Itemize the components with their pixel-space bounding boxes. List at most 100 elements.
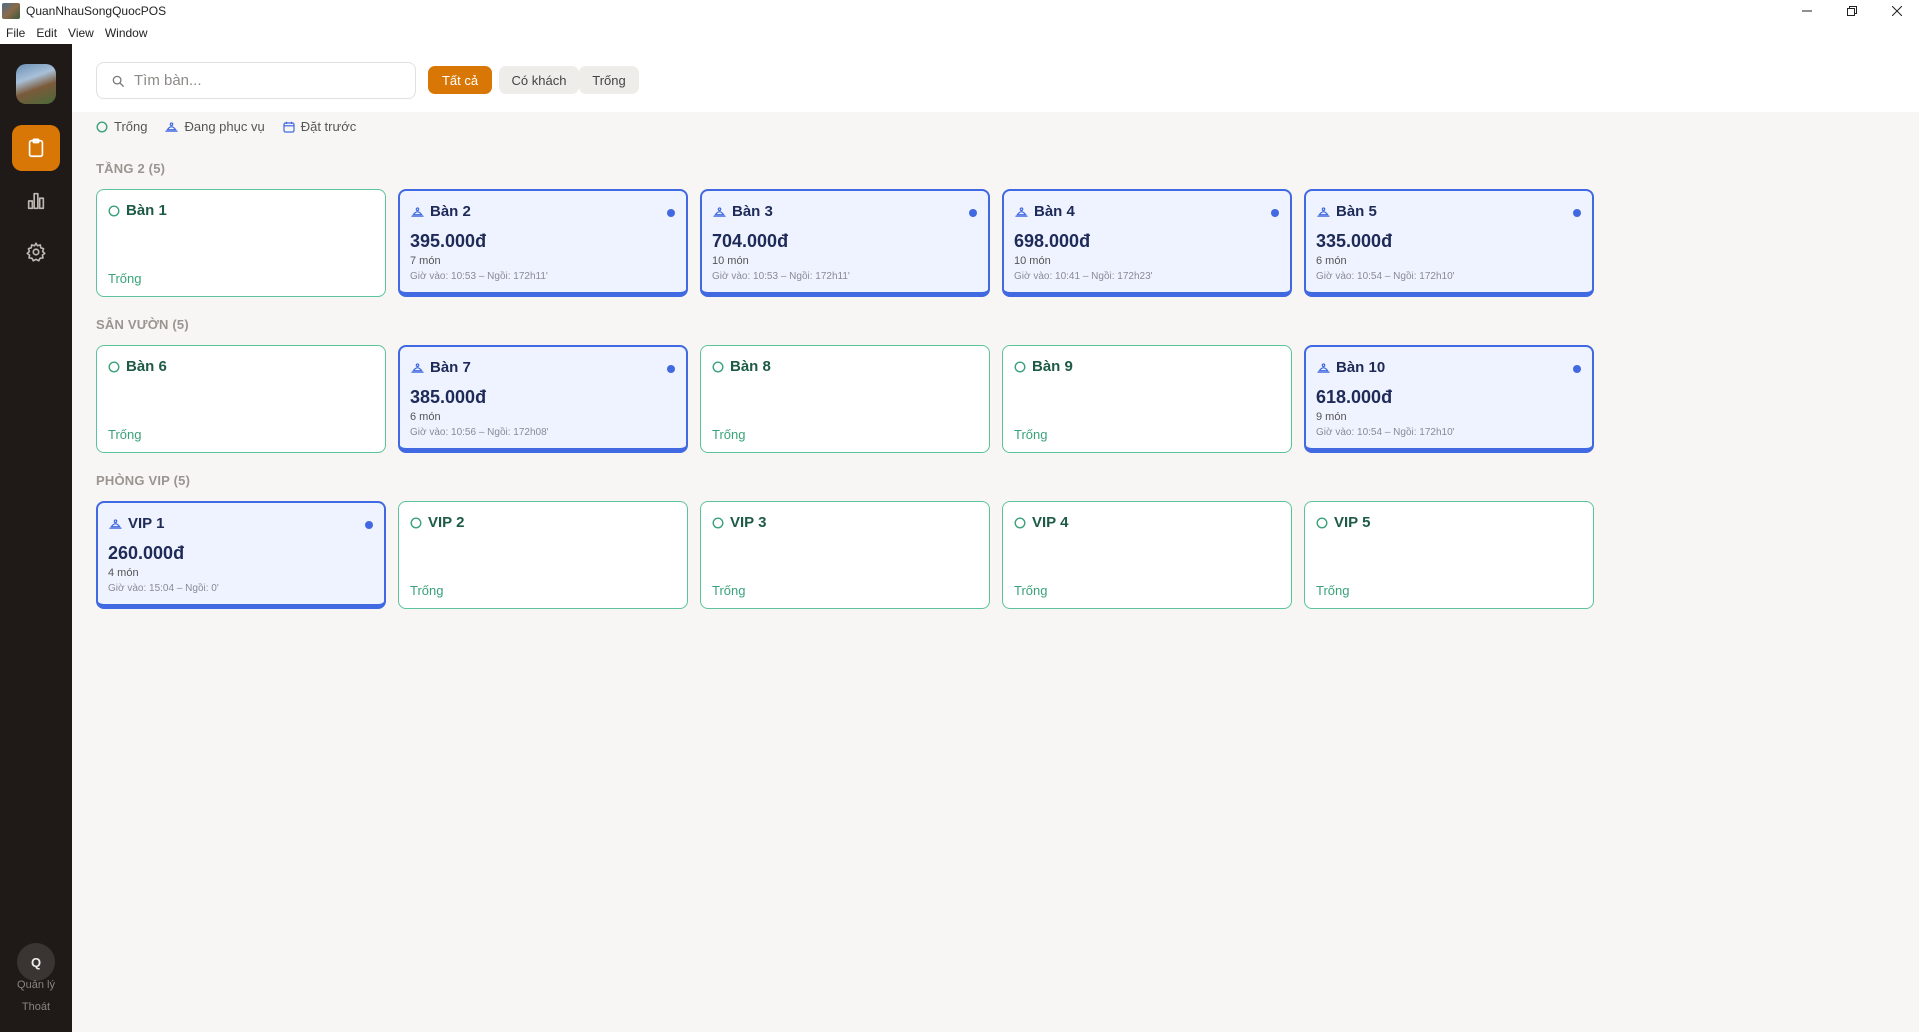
status-dot (969, 209, 977, 217)
restore-icon (1846, 6, 1857, 16)
table-card-header: VIP 5 (1316, 514, 1370, 531)
table-card-header: VIP 3 (712, 514, 766, 531)
table-status: Trống (1014, 427, 1048, 442)
circle-icon (410, 516, 422, 529)
circle-icon (1014, 360, 1026, 373)
circle-icon (108, 360, 120, 373)
top-bar: Tất cả Có khách Trống (72, 44, 1919, 112)
close-button[interactable] (1874, 0, 1919, 22)
table-name: VIP 2 (428, 514, 465, 531)
table-card-header: Bàn 1 (108, 202, 167, 219)
table-card[interactable]: Bàn 8 Trống (700, 345, 990, 453)
status-dot (1271, 209, 1279, 217)
circle-icon (108, 204, 120, 217)
table-name: Bàn 10 (1336, 359, 1386, 376)
status-dot (1573, 365, 1581, 373)
title-bar: QuanNhauSongQuocPOS (0, 0, 1919, 22)
table-card[interactable]: Bàn 2 395.000đ 7 món Giờ vào: 10:53 – Ngồi:… (398, 189, 688, 297)
table-card[interactable]: VIP 3 Trống (700, 501, 990, 609)
menu-file[interactable]: File (6, 26, 25, 40)
clipboard-icon (28, 138, 44, 158)
table-name: Bàn 4 (1034, 203, 1075, 220)
section-title: SÂN VƯỜN (5) (96, 317, 189, 332)
minimize-button[interactable] (1784, 0, 1829, 22)
table-card-header: Bàn 8 (712, 358, 771, 375)
table-card[interactable]: Bàn 3 704.000đ 10 món Giờ vào: 10:53 – Ngồi… (700, 189, 990, 297)
section-title: PHÒNG VIP (5) (96, 473, 191, 488)
menu-edit[interactable]: Edit (36, 26, 57, 40)
table-card-header: Bàn 3 (713, 203, 773, 220)
table-name: Bàn 2 (430, 203, 471, 220)
table-card[interactable]: Bàn 10 618.000đ 9 món Giờ vào: 10:54 – Ngồi… (1304, 345, 1594, 453)
table-card-header: Bàn 5 (1317, 203, 1377, 220)
legend-serving-label: Đang phục vụ (184, 119, 265, 134)
table-card-header: Bàn 7 (411, 359, 471, 376)
table-status: Trống (108, 427, 142, 442)
table-name: Bàn 8 (730, 358, 771, 375)
table-card[interactable]: VIP 5 Trống (1304, 501, 1594, 609)
waiter-icon (1015, 206, 1028, 217)
table-card[interactable]: VIP 4 Trống (1002, 501, 1292, 609)
table-name: VIP 4 (1032, 514, 1069, 531)
table-time: Giờ vào: 10:56 – Ngồi: 172h08' (410, 427, 549, 438)
table-time: Giờ vào: 10:53 – Ngồi: 172h11' (410, 271, 548, 282)
circle-icon (712, 360, 724, 373)
table-card[interactable]: VIP 1 260.000đ 4 món Giờ vào: 15:04 – Ngồi:… (96, 501, 386, 609)
table-name: Bàn 5 (1336, 203, 1377, 220)
nav-settings-button[interactable] (12, 229, 60, 275)
user-avatar[interactable]: Q (17, 943, 55, 981)
table-status: Trống (712, 583, 746, 598)
circle-icon (712, 516, 724, 529)
table-card-header: VIP 1 (109, 515, 164, 532)
table-time: Giờ vào: 15:04 – Ngồi: 0' (108, 583, 219, 594)
legend-empty: Trống (96, 119, 147, 134)
nav-tables-button[interactable] (12, 125, 60, 171)
waiter-icon (1317, 362, 1330, 373)
table-name: VIP 3 (730, 514, 767, 531)
legend-reserved-label: Đặt trước (300, 119, 357, 134)
table-card-header: Bàn 4 (1015, 203, 1075, 220)
restaurant-logo (16, 64, 56, 104)
table-card[interactable]: VIP 2 Trống (398, 501, 688, 609)
app-icon (2, 3, 20, 19)
close-icon (1891, 6, 1902, 16)
search-input[interactable] (134, 72, 394, 89)
nav-reports-button[interactable] (12, 178, 60, 224)
restore-button[interactable] (1829, 0, 1874, 22)
menu-view[interactable]: View (68, 26, 94, 40)
table-card[interactable]: Bàn 6 Trống (96, 345, 386, 453)
filter-occupied-button[interactable]: Có khách (499, 66, 579, 94)
table-card[interactable]: Bàn 5 335.000đ 6 món Giờ vào: 10:54 – Ngồi:… (1304, 189, 1594, 297)
waiter-icon (411, 362, 424, 373)
circle-icon (96, 120, 108, 133)
table-name: Bàn 9 (1032, 358, 1073, 375)
table-card[interactable]: Bàn 1 Trống (96, 189, 386, 297)
search-box (96, 62, 416, 99)
table-item-count: 10 món (1014, 255, 1051, 267)
minimize-icon (1801, 10, 1812, 12)
waiter-icon (411, 206, 424, 217)
table-card[interactable]: Bàn 4 698.000đ 10 món Giờ vào: 10:41 – Ngồi… (1002, 189, 1292, 297)
menu-bar: File Edit View Window (0, 22, 1919, 44)
filter-empty-button[interactable]: Trống (579, 66, 639, 94)
table-card-header: Bàn 9 (1014, 358, 1073, 375)
table-status: Trống (1316, 583, 1350, 598)
table-card[interactable]: Bàn 7 385.000đ 6 món Giờ vào: 10:56 – Ngồi:… (398, 345, 688, 453)
logout-link[interactable]: Thoát (0, 1001, 72, 1013)
filter-all-button[interactable]: Tất cả (428, 66, 492, 94)
table-card-header: VIP 2 (410, 514, 464, 531)
table-amount: 618.000đ (1316, 387, 1393, 407)
menu-window[interactable]: Window (105, 26, 148, 40)
status-legend: Trống Đang phục vụ Đặt trước (96, 119, 374, 134)
legend-serving: Đang phục vụ (165, 119, 265, 134)
table-status: Trống (108, 271, 142, 286)
search-icon (112, 75, 124, 87)
table-item-count: 6 món (1316, 255, 1347, 267)
gear-icon (26, 242, 46, 262)
circle-icon (1316, 516, 1328, 529)
waiter-icon (165, 121, 179, 132)
table-card[interactable]: Bàn 9 Trống (1002, 345, 1292, 453)
status-dot (1573, 209, 1581, 217)
table-card-header: VIP 4 (1014, 514, 1068, 531)
waiter-icon (1317, 206, 1330, 217)
